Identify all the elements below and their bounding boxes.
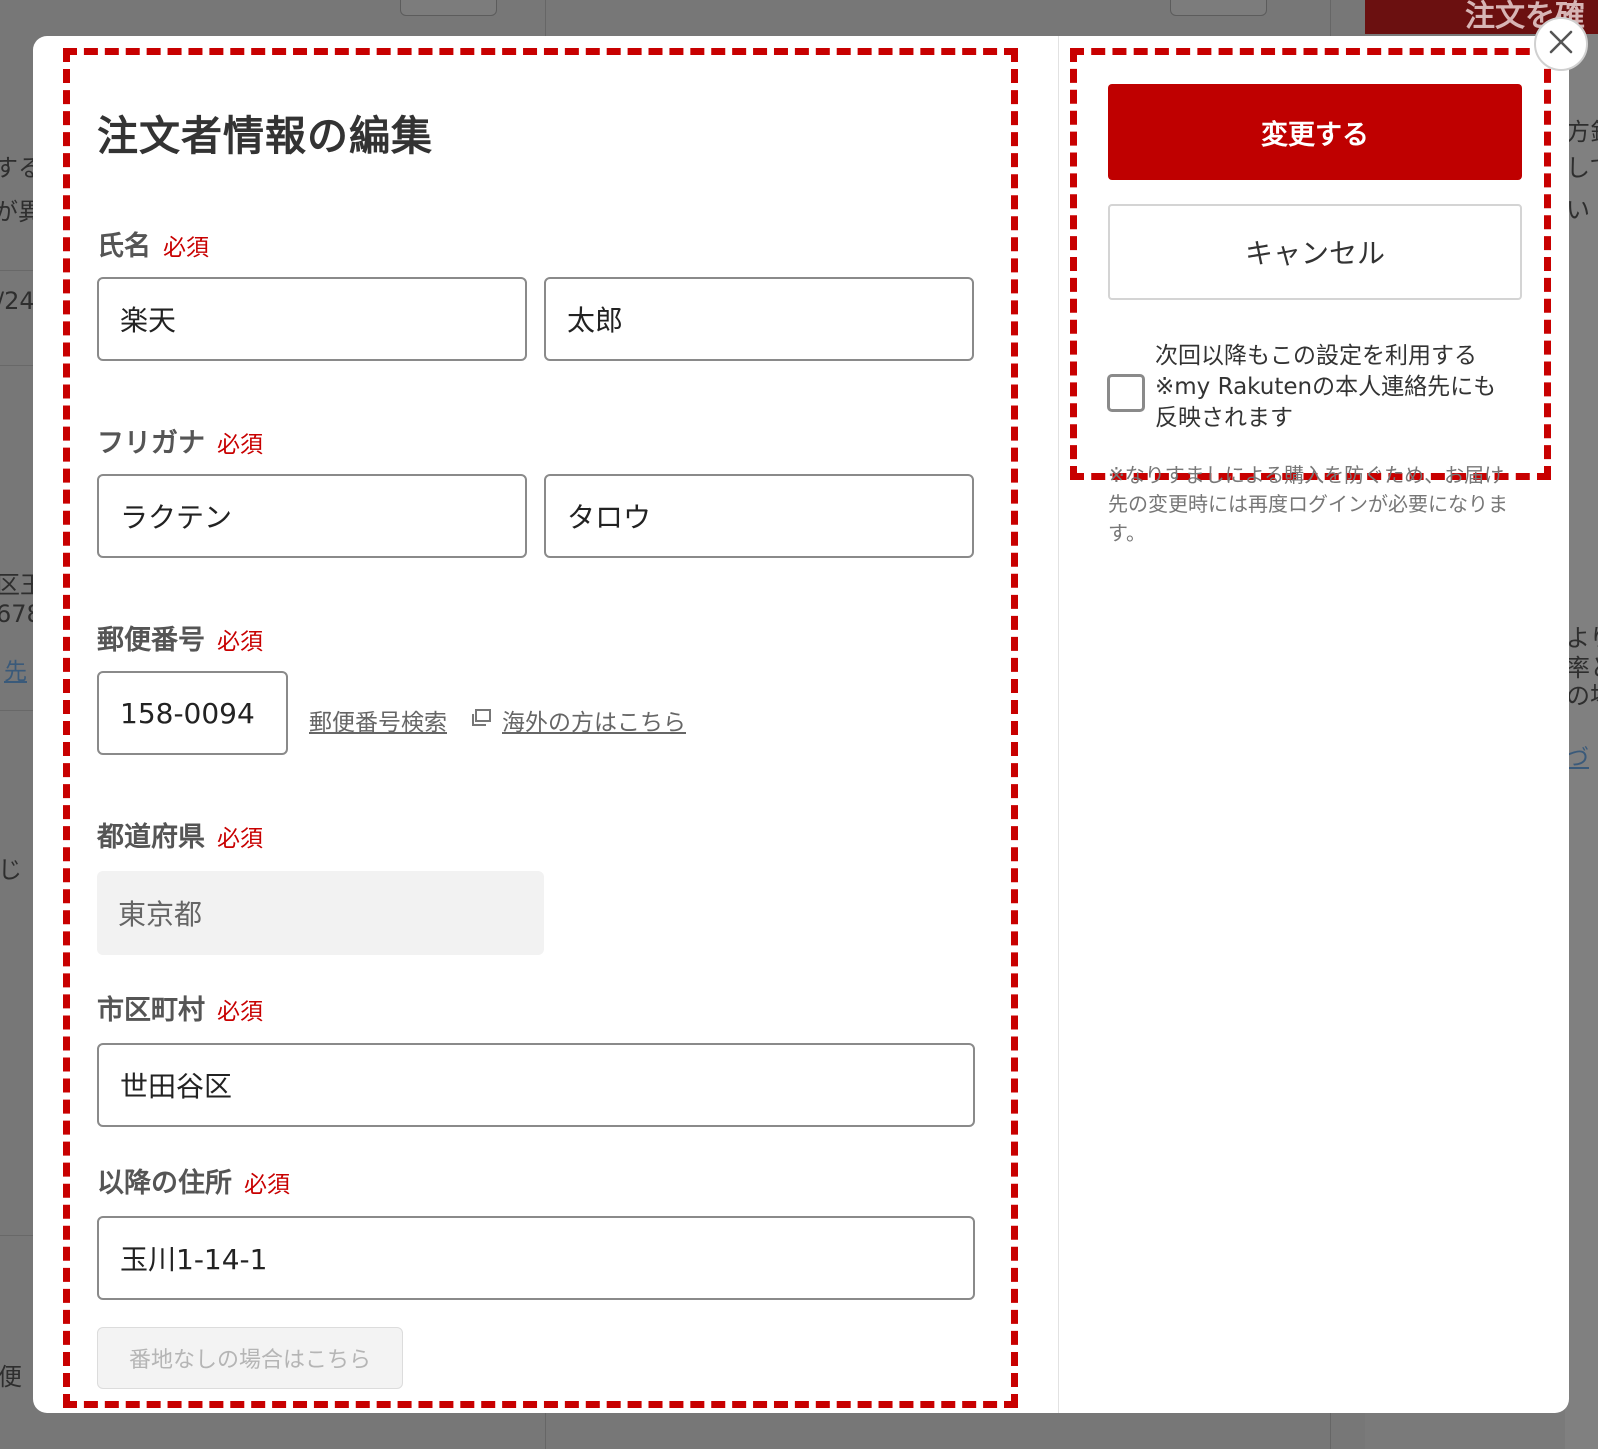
background-text: して xyxy=(1566,154,1598,182)
save-setting-line: 反映されます xyxy=(1155,405,1293,431)
cancel-button[interactable]: キャンセル xyxy=(1108,204,1522,300)
background-rule xyxy=(0,1235,33,1236)
external-window-icon xyxy=(470,708,492,728)
save-setting-checkbox[interactable] xyxy=(1107,374,1145,412)
save-setting-label[interactable]: 次回以降もこの設定を利用する ※my Rakutenの本人連絡先にも 反映されま… xyxy=(1155,341,1545,434)
save-setting-line: ※my Rakutenの本人連絡先にも xyxy=(1155,374,1497,400)
postal-code-label: 郵便番号 必須 xyxy=(97,625,263,656)
background-box xyxy=(1170,0,1267,16)
first-name-input[interactable] xyxy=(544,277,974,361)
required-badge: 必須 xyxy=(163,235,209,261)
required-badge: 必須 xyxy=(244,1172,290,1198)
background-text: じ xyxy=(0,856,22,884)
prefecture-label: 都道府県 必須 xyxy=(97,822,263,853)
submit-change-button[interactable]: 変更する xyxy=(1108,84,1522,180)
postal-code-input[interactable] xyxy=(97,671,288,755)
background-text: 先 xyxy=(4,659,27,685)
last-name-input[interactable] xyxy=(97,277,527,361)
column-divider xyxy=(1058,36,1059,1413)
overseas-address-link[interactable]: 海外の方はこちら xyxy=(502,703,686,737)
background-text: の場 xyxy=(1566,682,1598,710)
no-street-number-button[interactable]: 番地なしの場合はこちら xyxy=(97,1327,403,1389)
background-text: 方針 xyxy=(1566,118,1598,146)
address-input[interactable] xyxy=(97,1216,975,1300)
postal-search-link[interactable]: 郵便番号検索 xyxy=(309,703,447,737)
close-icon xyxy=(1548,29,1574,59)
required-badge: 必須 xyxy=(217,826,263,852)
background-text: づ xyxy=(1566,745,1589,771)
background-text: い xyxy=(1566,196,1590,224)
name-label: 氏名 必須 xyxy=(97,231,209,262)
edit-orderer-modal: 注文者情報の編集 氏名必須 フリガナ必須 郵便番号必須 郵便番号検索 海外の方は… xyxy=(33,36,1569,1413)
required-badge: 必須 xyxy=(217,432,263,458)
save-setting-line: 次回以降もこの設定を利用する xyxy=(1155,343,1477,369)
background-text: /24 xyxy=(0,287,35,315)
required-badge: 必須 xyxy=(217,999,263,1025)
required-badge: 必須 xyxy=(217,629,263,655)
login-notice: ※なりすましによる購入を防ぐため、お届け先の変更時には再度ログインが必要になりま… xyxy=(1108,463,1508,545)
background-rule xyxy=(0,365,33,366)
background-box xyxy=(400,0,497,16)
close-modal-button[interactable] xyxy=(1534,17,1588,71)
last-name-kana-input[interactable] xyxy=(97,474,527,558)
modal-title: 注文者情報の編集 xyxy=(97,112,433,160)
first-name-kana-input[interactable] xyxy=(544,474,974,558)
address-label: 以降の住所 必須 xyxy=(97,1168,290,1199)
furigana-label: フリガナ 必須 xyxy=(97,428,263,459)
background-text: 便 xyxy=(0,1363,22,1391)
background-rule xyxy=(0,710,33,711)
city-input[interactable] xyxy=(97,1043,975,1127)
city-label: 市区町村 必須 xyxy=(97,995,263,1026)
prefecture-field xyxy=(97,871,544,955)
background-rule xyxy=(0,270,33,271)
